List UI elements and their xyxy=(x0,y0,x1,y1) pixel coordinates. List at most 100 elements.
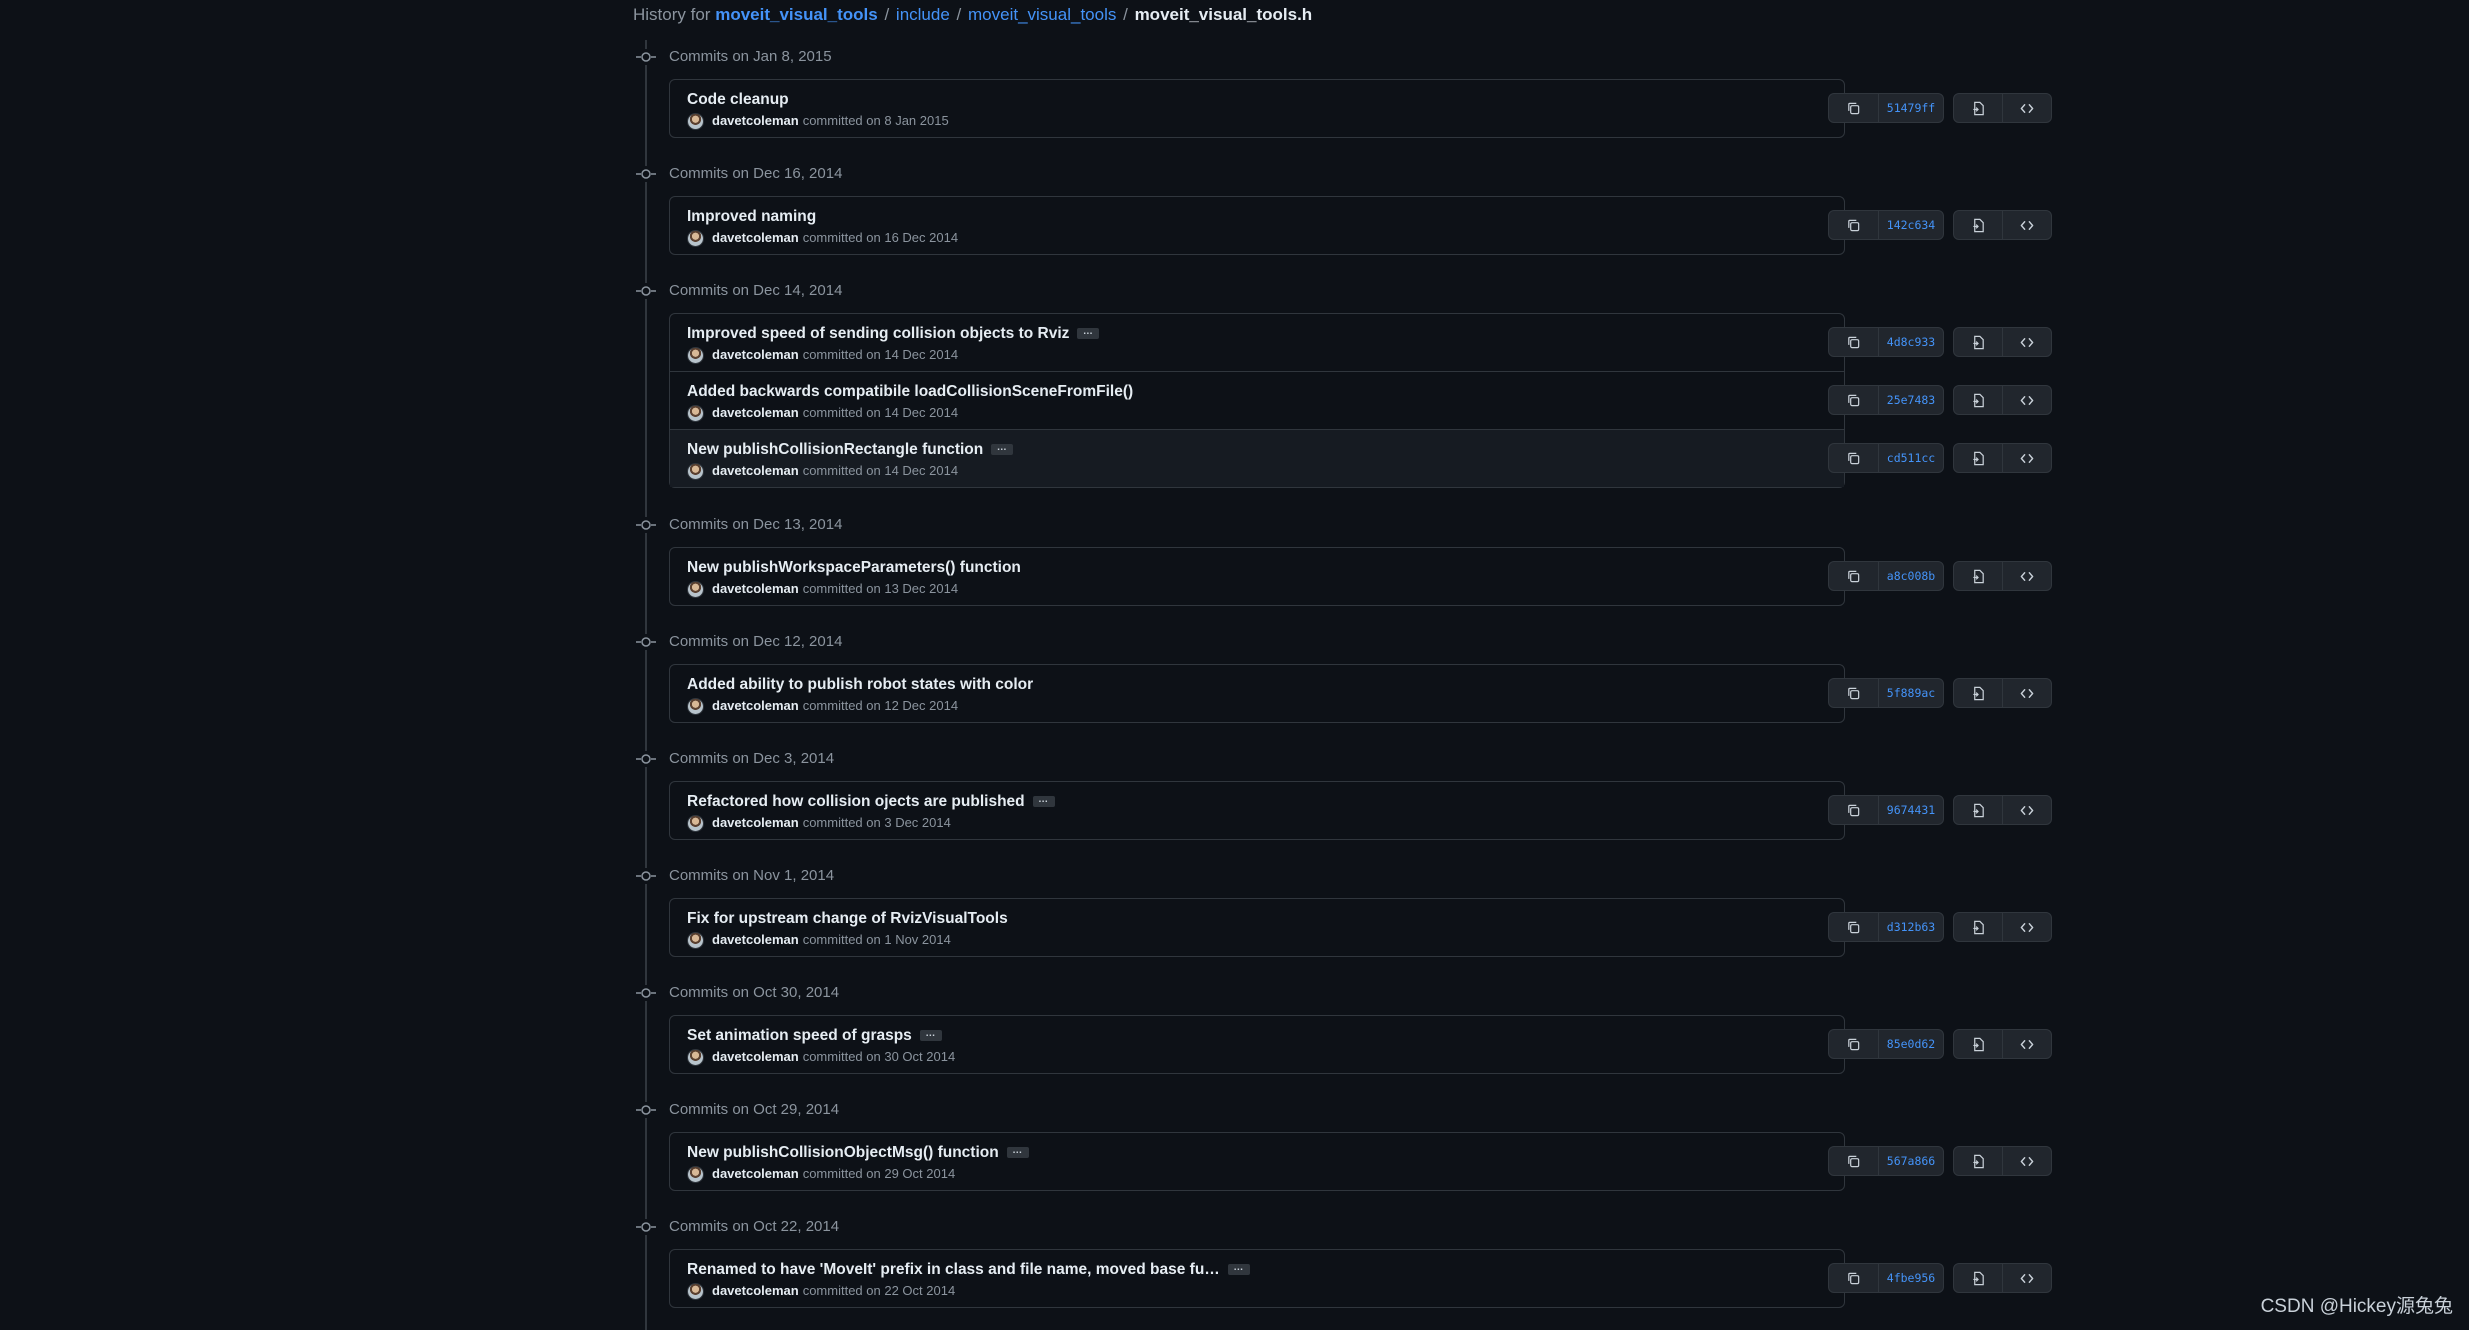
commit-title-link[interactable]: Set animation speed of grasps xyxy=(687,1027,912,1044)
file-icon xyxy=(1971,1271,1986,1286)
copy-sha-button[interactable] xyxy=(1828,912,1879,942)
browse-code-button[interactable] xyxy=(2002,385,2052,415)
commit-title-link[interactable]: Improved naming xyxy=(687,208,816,225)
copy-sha-button[interactable] xyxy=(1828,561,1879,591)
view-file-button[interactable] xyxy=(1953,385,2003,415)
commit-sha-link[interactable]: cd511cc xyxy=(1878,443,1944,473)
commit-sha-link[interactable]: 51479ff xyxy=(1878,93,1944,123)
commit-author-link[interactable]: davetcoleman xyxy=(712,581,799,596)
breadcrumb-separator: / xyxy=(956,5,962,24)
commit-sha-link[interactable]: 5f889ac xyxy=(1878,678,1944,708)
avatar[interactable] xyxy=(687,405,704,423)
browse-code-button[interactable] xyxy=(2002,678,2052,708)
copy-sha-button[interactable] xyxy=(1828,443,1879,473)
expand-description-button[interactable]: … xyxy=(1077,327,1100,340)
view-file-button[interactable] xyxy=(1953,93,2003,123)
avatar[interactable] xyxy=(687,1166,704,1184)
avatar[interactable] xyxy=(687,932,704,950)
browse-code-button[interactable] xyxy=(2002,327,2052,357)
view-file-button[interactable] xyxy=(1953,678,2003,708)
expand-description-button[interactable]: … xyxy=(1032,795,1055,808)
commit-author-link[interactable]: davetcoleman xyxy=(712,932,799,947)
avatar[interactable] xyxy=(687,1049,704,1067)
commit-meta: davetcoleman committed on 1 Nov 2014 xyxy=(687,931,951,950)
avatar[interactable] xyxy=(687,230,704,248)
commit-sha-link[interactable]: 4d8c933 xyxy=(1878,327,1944,357)
browse-code-button[interactable] xyxy=(2002,1146,2052,1176)
commit-title-link[interactable]: Fix for upstream change of RvizVisualToo… xyxy=(687,910,1008,927)
commit-author-link[interactable]: davetcoleman xyxy=(712,347,799,362)
commit-author-link[interactable]: davetcoleman xyxy=(712,1049,799,1064)
avatar[interactable] xyxy=(687,463,704,481)
view-file-button[interactable] xyxy=(1953,795,2003,825)
expand-description-button[interactable]: … xyxy=(1227,1263,1250,1276)
view-file-button[interactable] xyxy=(1953,1029,2003,1059)
commit-date-text: committed on 13 Dec 2014 xyxy=(802,581,959,596)
view-file-button[interactable] xyxy=(1953,912,2003,942)
avatar[interactable] xyxy=(687,581,704,599)
browse-code-button[interactable] xyxy=(2002,1263,2052,1293)
commit-author-link[interactable]: davetcoleman xyxy=(712,815,799,830)
avatar[interactable] xyxy=(687,815,704,833)
commit-author-link[interactable]: davetcoleman xyxy=(712,113,799,128)
avatar[interactable] xyxy=(687,1283,704,1301)
browse-code-button[interactable] xyxy=(2002,561,2052,591)
copy-sha-button[interactable] xyxy=(1828,1029,1879,1059)
commit-title-link[interactable]: New publishWorkspaceParameters() functio… xyxy=(687,559,1021,576)
commit-author-link[interactable]: davetcoleman xyxy=(712,698,799,713)
copy-sha-button[interactable] xyxy=(1828,795,1879,825)
breadcrumb-include-link[interactable]: include xyxy=(896,5,950,24)
browse-code-button[interactable] xyxy=(2002,93,2052,123)
copy-sha-button[interactable] xyxy=(1828,1263,1879,1293)
view-file-button[interactable] xyxy=(1953,1146,2003,1176)
browse-code-button[interactable] xyxy=(2002,443,2052,473)
copy-sha-button[interactable] xyxy=(1828,327,1879,357)
commit-sha-link[interactable]: 85e0d62 xyxy=(1878,1029,1944,1059)
view-file-button[interactable] xyxy=(1953,443,2003,473)
expand-description-button[interactable]: … xyxy=(919,1029,942,1042)
avatar[interactable] xyxy=(687,347,704,365)
commit-title-row: Improved speed of sending collision obje… xyxy=(687,324,1100,344)
browse-code-button[interactable] xyxy=(2002,1029,2052,1059)
commit-title-link[interactable]: Renamed to have 'MoveIt' prefix in class… xyxy=(687,1261,1220,1278)
view-file-button[interactable] xyxy=(1953,327,2003,357)
breadcrumb-dir-link[interactable]: moveit_visual_tools xyxy=(968,5,1116,24)
expand-description-button[interactable]: … xyxy=(1006,1146,1029,1159)
commit-title-link[interactable]: New publishCollisionObjectMsg() function xyxy=(687,1144,999,1161)
commit-author-link[interactable]: davetcoleman xyxy=(712,405,799,420)
commit-author-link[interactable]: davetcoleman xyxy=(712,230,799,245)
commit-title-link[interactable]: Added ability to publish robot states wi… xyxy=(687,676,1033,693)
breadcrumb-repo-link[interactable]: moveit_visual_tools xyxy=(715,5,878,24)
browse-code-button[interactable] xyxy=(2002,912,2052,942)
commit-title-link[interactable]: Improved speed of sending collision obje… xyxy=(687,325,1069,342)
copy-sha-button[interactable] xyxy=(1828,678,1879,708)
commit-title-link[interactable]: Refactored how collision ojects are publ… xyxy=(687,793,1025,810)
commit-title-link[interactable]: Code cleanup xyxy=(687,91,789,108)
view-file-button[interactable] xyxy=(1953,1263,2003,1293)
browse-code-button[interactable] xyxy=(2002,210,2052,240)
commit-sha-link[interactable]: 142c634 xyxy=(1878,210,1944,240)
browse-code-button[interactable] xyxy=(2002,795,2052,825)
copy-sha-button[interactable] xyxy=(1828,93,1879,123)
commit-author-link[interactable]: davetcoleman xyxy=(712,1283,799,1298)
code-icon xyxy=(2019,335,2035,350)
commit-list: Set animation speed of grasps … davetcolem… xyxy=(669,1015,2052,1074)
expand-description-button[interactable]: … xyxy=(991,443,1014,456)
avatar[interactable] xyxy=(687,698,704,716)
view-file-button[interactable] xyxy=(1953,561,2003,591)
commit-author-link[interactable]: davetcoleman xyxy=(712,1166,799,1181)
view-file-button[interactable] xyxy=(1953,210,2003,240)
commit-sha-link[interactable]: a8c008b xyxy=(1878,561,1944,591)
avatar[interactable] xyxy=(687,113,704,131)
copy-sha-button[interactable] xyxy=(1828,385,1879,415)
commit-sha-link[interactable]: d312b63 xyxy=(1878,912,1944,942)
commit-sha-link[interactable]: 4fbe956 xyxy=(1878,1263,1944,1293)
commit-sha-link[interactable]: 567a866 xyxy=(1878,1146,1944,1176)
copy-sha-button[interactable] xyxy=(1828,1146,1879,1176)
commit-title-link[interactable]: New publishCollisionRectangle function xyxy=(687,441,983,458)
copy-sha-button[interactable] xyxy=(1828,210,1879,240)
commit-sha-link[interactable]: 25e7483 xyxy=(1878,385,1944,415)
commit-title-link[interactable]: Added backwards compatibile loadCollisio… xyxy=(687,383,1133,400)
commit-sha-link[interactable]: 9674431 xyxy=(1878,795,1944,825)
commit-author-link[interactable]: davetcoleman xyxy=(712,463,799,478)
